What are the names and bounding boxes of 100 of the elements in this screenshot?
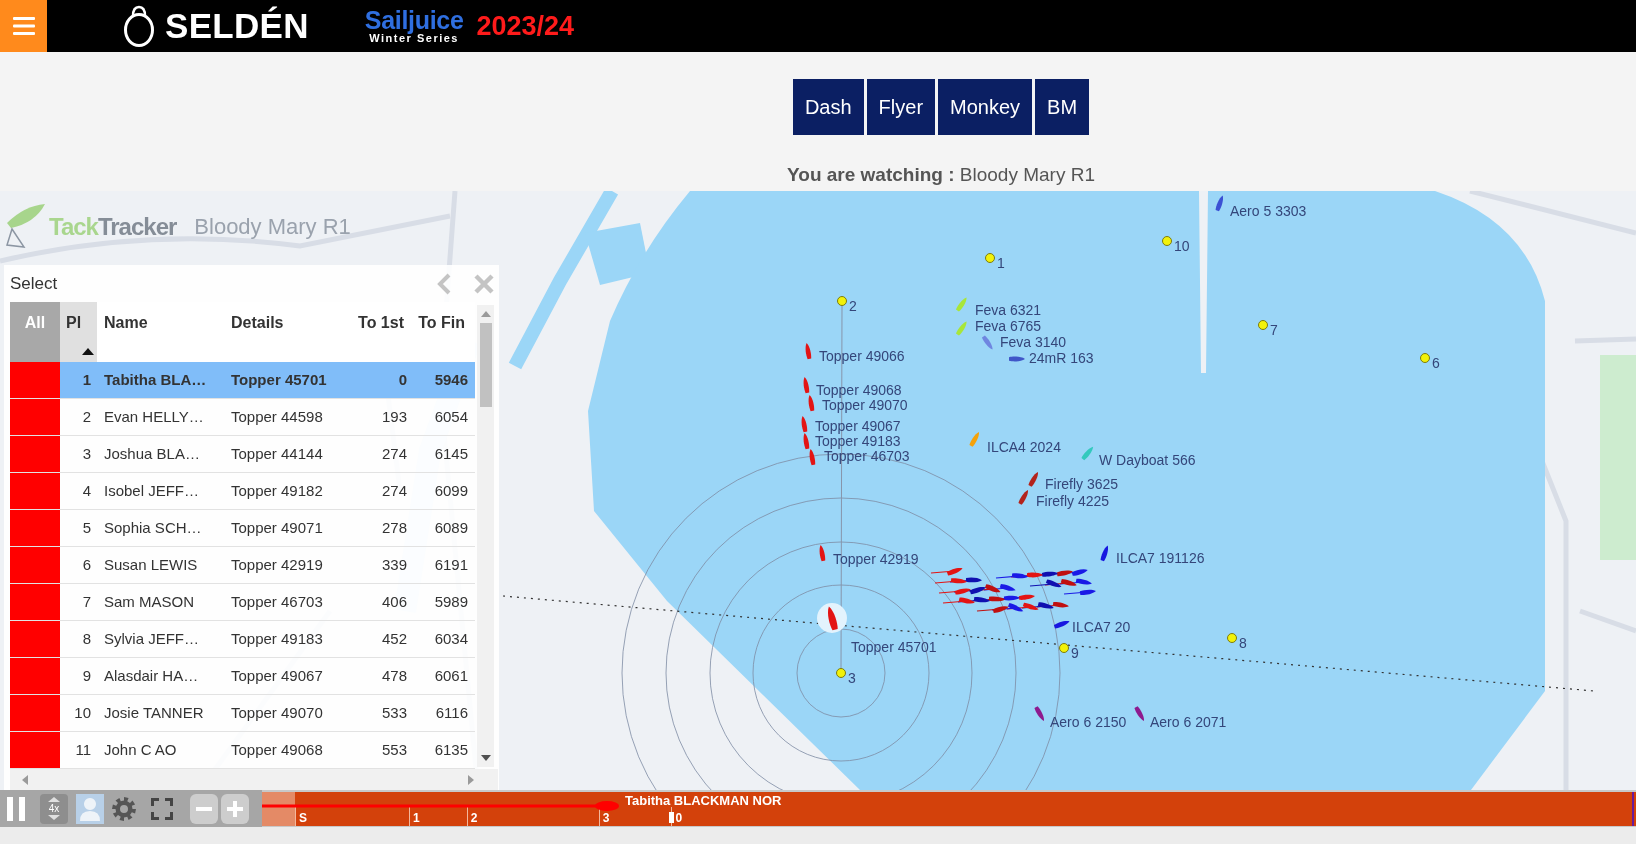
- table-row[interactable]: 6 Susan LEWIS Topper 42919 339 6191: [10, 547, 475, 584]
- mark-buoy-icon: [837, 296, 847, 306]
- table-row[interactable]: 8 Sylvia JEFF… Topper 49183 452 6034: [10, 621, 475, 658]
- table-cell-text: 274: [380, 444, 408, 464]
- table-cell-text: 6034: [433, 629, 469, 649]
- table-cell-text: 9: [81, 666, 92, 686]
- table-cell-text: 6145: [433, 444, 469, 464]
- table-cell-text: Susan LEWIS: [103, 555, 199, 575]
- playhead-handle[interactable]: [668, 812, 674, 823]
- boat-label: W Dayboat 566: [1099, 452, 1196, 468]
- table-cell-text: 274: [380, 481, 408, 501]
- boat-label: 24mR 163: [1029, 350, 1094, 366]
- table-cell-text: 6116: [434, 703, 469, 723]
- scroll-left-icon[interactable]: [22, 774, 28, 785]
- panel-title: Select: [10, 273, 58, 294]
- plus-icon: [227, 800, 243, 817]
- mark-buoy-icon: [985, 253, 995, 263]
- mark-label: 6: [1432, 355, 1440, 371]
- table-cell-text: Topper 44144: [230, 444, 324, 464]
- class-button[interactable]: Flyer: [866, 79, 936, 135]
- table-cell-text: 10: [73, 703, 92, 723]
- table-row[interactable]: 10 Josie TANNER Topper 49070 533 6116: [10, 695, 475, 732]
- boat-label: Topper 49070: [822, 397, 908, 413]
- column-header[interactable]: Pl: [60, 302, 97, 362]
- season-label: 2023/24: [476, 10, 575, 42]
- boat-label: Topper 49066: [819, 348, 905, 364]
- mark-label: 1: [997, 255, 1005, 271]
- table-cell-text: 5: [81, 518, 92, 538]
- mark-label: 9: [1071, 645, 1079, 661]
- table-cell-text: 6099: [433, 481, 469, 501]
- table-row[interactable]: 4 Isobel JEFF… Topper 49182 274 6099: [10, 473, 475, 510]
- table-row[interactable]: 3 Joshua BLA… Topper 44144 274 6145: [10, 436, 475, 473]
- table-cell-text: 7: [81, 592, 92, 612]
- person-icon: [79, 796, 101, 821]
- table-cell-text: Isobel JEFF…: [103, 481, 201, 501]
- table-cell-text: 452: [380, 629, 408, 649]
- pause-icon: [6, 796, 26, 821]
- table-cell-text: Sophia SCH…: [103, 518, 203, 538]
- close-icon[interactable]: [474, 273, 494, 294]
- scroll-up-icon[interactable]: [480, 311, 491, 317]
- end-marker: [1632, 792, 1634, 826]
- table-cell-text: 6: [81, 555, 92, 575]
- boat-label: Aero 5 3303: [1230, 203, 1307, 219]
- timeline-tick-label: 2: [470, 811, 478, 825]
- table-cell-text: Evan HELLY…: [103, 407, 205, 427]
- follow-button[interactable]: [76, 793, 104, 824]
- table-cell-text: 478: [380, 666, 408, 686]
- mark-label: 2: [849, 298, 857, 314]
- table-cell-text: 339: [380, 555, 408, 575]
- class-button[interactable]: Dash: [792, 79, 864, 135]
- chevron-left-icon[interactable]: [436, 272, 452, 295]
- table-cell-text: John C AO: [103, 740, 178, 760]
- class-button[interactable]: Monkey: [938, 79, 1033, 135]
- table-cell-text: 6061: [433, 666, 469, 686]
- zoom-out-button[interactable]: [190, 793, 218, 824]
- boat-label: Feva 6765: [975, 318, 1042, 334]
- table-cell-text: 8: [81, 629, 92, 649]
- caret-up-icon: [48, 797, 60, 802]
- mark-label: 8: [1239, 635, 1247, 651]
- table-cell-text: Topper 44598: [230, 407, 324, 427]
- boat-label: Topper 49068: [816, 382, 902, 398]
- table-cell-text: Topper 49067: [230, 666, 324, 686]
- table-cell-text: 406: [380, 592, 408, 612]
- class-button[interactable]: BM: [1035, 79, 1090, 135]
- timeline-tick-label: 3: [602, 811, 610, 825]
- table-cell-text: Josie TANNER: [103, 703, 205, 723]
- scrollbar-thumb[interactable]: [479, 323, 492, 407]
- table-cell-text: Sam MASON: [103, 592, 195, 612]
- boat-label: Firefly 3625: [1045, 476, 1119, 492]
- timeline-tick-label: 0: [675, 811, 683, 825]
- horizontal-scrollbar[interactable]: [10, 769, 498, 790]
- table-cell-text: Joshua BLA…: [103, 444, 201, 464]
- timeline-track[interactable]: S 1 2 3 0 Tabitha BLACKMAN NOR: [262, 792, 1636, 826]
- table-row[interactable]: 9 Alasdair HA… Topper 49067 478 6061: [10, 658, 475, 695]
- vertical-scrollbar[interactable]: [477, 305, 494, 767]
- timeline-tick-label: 1: [413, 811, 420, 825]
- table-row[interactable]: 5 Sophia SCH… Topper 49071 278 6089: [10, 510, 475, 547]
- table-row[interactable]: 7 Sam MASON Topper 46703 406 5989: [10, 584, 475, 621]
- zoom-in-button[interactable]: [221, 793, 249, 824]
- table-row[interactable]: 2 Evan HELLY… Topper 44598 193 6054: [10, 399, 475, 436]
- boat-label: Topper 49183: [815, 433, 901, 449]
- table-cell-text: 6191: [433, 555, 469, 575]
- mark-buoy-icon: [1420, 353, 1430, 363]
- table-cell-text: 4: [81, 481, 92, 501]
- scroll-right-icon[interactable]: [468, 774, 474, 785]
- table-cell-text: 3: [81, 444, 92, 464]
- scroll-down-icon[interactable]: [480, 755, 491, 761]
- table-row[interactable]: 1 Tabitha BLA… Topper 45701 0 5946: [10, 362, 475, 399]
- table-cell-text: 553: [380, 740, 408, 760]
- tracker-logo-text: TackTracker: [49, 213, 177, 241]
- table-cell-text: Topper 49071: [230, 518, 324, 538]
- table-cell-text: Alasdair HA…: [103, 666, 200, 686]
- table-cell-text: 5989: [433, 592, 469, 612]
- table-cell-text: 6089: [433, 518, 469, 538]
- table-cell-text: 0: [397, 370, 408, 390]
- fullscreen-icon: [151, 797, 173, 820]
- menu-button[interactable]: [0, 0, 47, 52]
- table-cell-text: Topper 45701: [230, 370, 328, 390]
- mark-label: 3: [848, 670, 856, 686]
- timeline-tick-label: S: [298, 811, 307, 825]
